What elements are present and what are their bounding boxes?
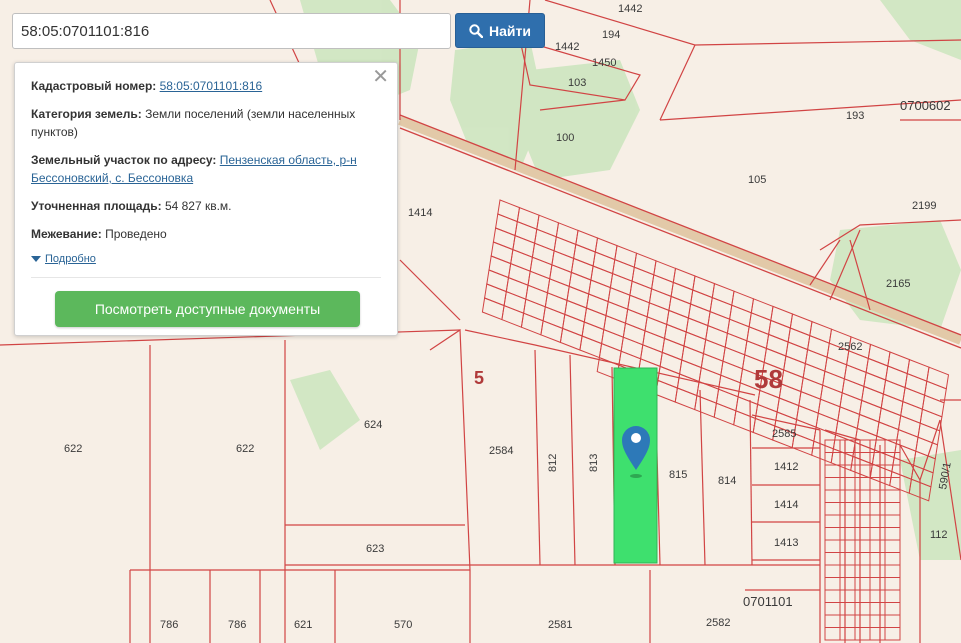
parcel-label: 100 (556, 132, 574, 144)
panel-divider (31, 277, 381, 278)
parcel-label: 786 (228, 619, 246, 631)
more-details-label: Подробно (45, 253, 96, 265)
parcel-label: 815 (669, 469, 687, 481)
find-button-label: Найти (489, 22, 531, 39)
search-input[interactable] (13, 14, 450, 48)
find-button[interactable]: Найти (455, 13, 545, 48)
parcel-label: 1414 (408, 207, 432, 219)
more-details-link[interactable]: Подробно (31, 253, 381, 265)
address-row: Земельный участок по адресу: Пензенская … (31, 151, 381, 187)
survey-row: Межевание: Проведено (31, 225, 381, 243)
parcel-label: 103 (568, 77, 586, 89)
area-value: 54 827 кв.м. (164, 199, 232, 213)
parcel-label: 622 (236, 443, 254, 455)
area-label: Уточненная площадь: (31, 199, 162, 213)
parcel-label: 623 (366, 543, 384, 555)
quarter-label: 0701101 (743, 594, 793, 609)
survey-value: Проведено (105, 227, 167, 241)
parcel-label: 2582 (706, 617, 730, 629)
view-documents-button[interactable]: Посмотреть доступные документы (55, 291, 360, 327)
parcel-label: 1442 (618, 3, 642, 15)
parcel-label: 193 (846, 110, 864, 122)
parcel-label: 2585 (772, 428, 796, 440)
area-row: Уточненная площадь: 54 827 кв.м. (31, 197, 381, 215)
parcel-info-panel: ✕ Кадастровый номер: 58:05:0701101:816 К… (14, 62, 398, 336)
parcel-label: 1442 (555, 41, 579, 53)
parcel-label: 813 (588, 454, 600, 472)
parcel-label: 570 (394, 619, 412, 631)
parcel-label: 112 (930, 529, 948, 541)
parcel-label: 2199 (912, 200, 936, 212)
search-box[interactable] (12, 13, 451, 49)
parcel-label: 194 (602, 29, 620, 41)
survey-label: Межевание: (31, 227, 102, 241)
parcel-label: 2562 (838, 341, 862, 353)
cadastral-number-row: Кадастровый номер: 58:05:0701101:816 (31, 77, 381, 95)
cadastral-number-label: Кадастровый номер: (31, 79, 157, 93)
close-icon[interactable]: ✕ (372, 67, 389, 87)
parcel-label: 814 (718, 475, 736, 487)
parcel-label: 2584 (489, 445, 513, 457)
parcel-label: 812 (547, 454, 559, 472)
land-category-row: Категория земель: Земли поселений (земли… (31, 105, 381, 141)
chevron-down-icon (31, 256, 41, 262)
parcel-label: 786 (160, 619, 178, 631)
region-number: 58 (754, 364, 783, 394)
parcel-label: 2581 (548, 619, 572, 631)
parcel-label: 1450 (592, 57, 616, 69)
parcel-label: 622 (64, 443, 82, 455)
district-number: 5 (474, 368, 484, 388)
parcel-label: 621 (294, 619, 312, 631)
cadastral-number-link[interactable]: 58:05:0701101:816 (160, 79, 263, 93)
search-icon (469, 23, 484, 38)
parcel-label: 105 (748, 174, 766, 186)
parcel-label: 1412 (774, 461, 798, 473)
address-label: Земельный участок по адресу: (31, 153, 217, 167)
quarter-label: 0700602 (900, 98, 951, 113)
parcel-label: 1413 (774, 537, 798, 549)
parcel-label: 1414 (774, 499, 798, 511)
parcel-label: 624 (364, 419, 382, 431)
parcel-label: 2165 (886, 278, 910, 290)
land-category-label: Категория земель: (31, 107, 142, 121)
